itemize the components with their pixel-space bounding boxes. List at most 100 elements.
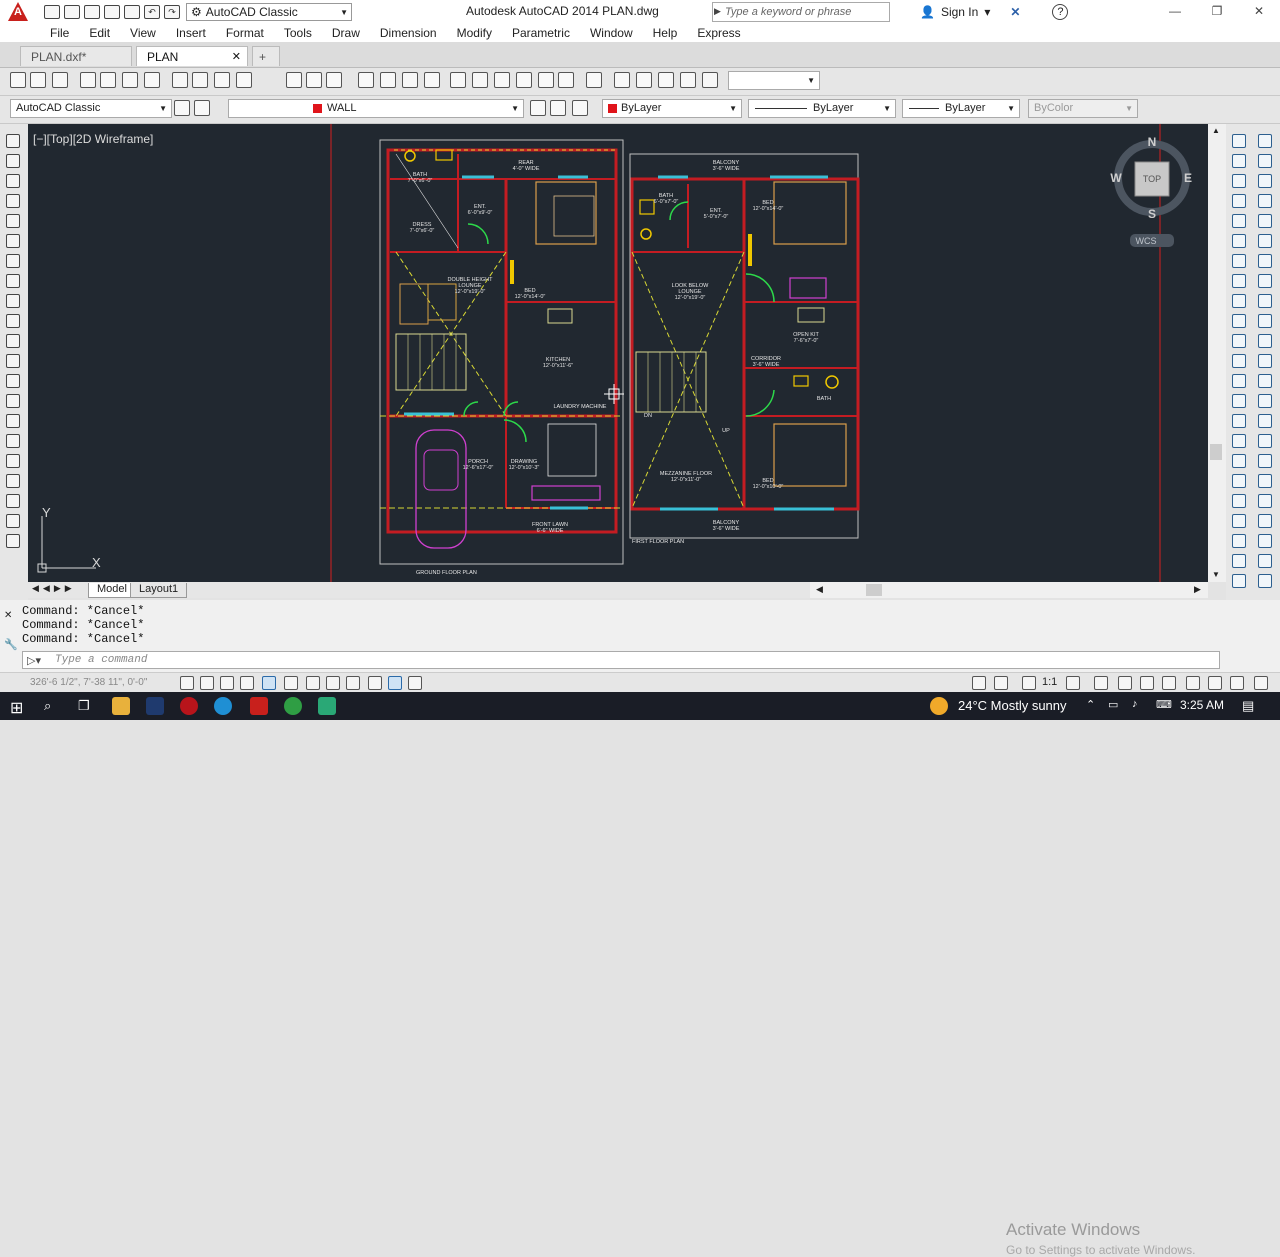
open-file-icon[interactable]	[64, 5, 80, 19]
toolbar-button[interactable]	[614, 72, 630, 88]
save-icon[interactable]	[84, 5, 100, 19]
wrench-icon[interactable]: 🔧	[4, 638, 18, 651]
tab-plan-dxf[interactable]: PLAN.dxf*	[20, 46, 132, 66]
modify-tool-button[interactable]	[1232, 414, 1246, 428]
windows-start-icon[interactable]: ⊞	[10, 698, 23, 718]
chevron-down-icon[interactable]: ▾	[984, 5, 990, 19]
chrome-icon[interactable]	[284, 697, 302, 715]
autocad-taskbar-icon[interactable]	[250, 697, 268, 715]
modify-tool-button[interactable]	[1258, 314, 1272, 328]
modify-tool-button[interactable]	[1258, 154, 1272, 168]
toolbar-button[interactable]	[122, 72, 138, 88]
modify-tool-button[interactable]	[1258, 294, 1272, 308]
toolbar-button[interactable]	[358, 72, 374, 88]
pdf-reader-icon[interactable]	[180, 697, 198, 715]
annotation-scale[interactable]: 1:1	[1042, 676, 1057, 688]
close-icon[interactable]: ✕	[4, 610, 12, 621]
status-tray-button[interactable]	[972, 676, 986, 690]
toolbar-button[interactable]	[538, 72, 554, 88]
help-icon[interactable]: ?	[1052, 4, 1069, 20]
draw-tool-button[interactable]	[6, 414, 20, 428]
status-toggle-button[interactable]	[326, 676, 340, 690]
status-toggle-button[interactable]	[180, 676, 194, 690]
horizontal-scrollbar[interactable]: ◀ ▶	[810, 582, 1208, 598]
modify-tool-button[interactable]	[1258, 574, 1272, 588]
status-toggle-button[interactable]	[368, 676, 382, 690]
toolbar-button[interactable]	[286, 72, 302, 88]
toolbar-button[interactable]	[100, 72, 116, 88]
menu-item[interactable]: Draw	[322, 26, 370, 40]
draw-tool-button[interactable]	[6, 314, 20, 328]
drawing-canvas[interactable]: [−][Top][2D Wireframe] REAR 4'-0" WIDE B…	[28, 124, 1208, 582]
menu-item[interactable]: Modify	[447, 26, 502, 40]
layout-tab[interactable]: Layout1	[130, 583, 188, 598]
modify-tool-button[interactable]	[1258, 394, 1272, 408]
status-tray-button[interactable]	[1230, 676, 1244, 690]
status-tray-button[interactable]	[1186, 676, 1200, 690]
network-icon[interactable]: ▭	[1108, 698, 1118, 711]
menu-item[interactable]: Edit	[79, 26, 120, 40]
toolbar-button[interactable]	[586, 72, 602, 88]
status-toggle-button[interactable]	[388, 676, 402, 690]
linetype-combo[interactable]: ByLayer ▼	[748, 99, 896, 118]
tab-plan[interactable]: PLAN ✕	[136, 46, 248, 66]
modify-tool-button[interactable]	[1232, 154, 1246, 168]
app-icon[interactable]	[318, 697, 336, 715]
volume-icon[interactable]: ♪	[1132, 698, 1138, 710]
status-tray-button[interactable]	[1022, 676, 1036, 690]
toolbar-button[interactable]	[636, 72, 652, 88]
status-toggle-button[interactable]	[262, 676, 276, 690]
scroll-thumb[interactable]	[866, 584, 882, 596]
modify-tool-button[interactable]	[1232, 394, 1246, 408]
toolbar-button[interactable]	[192, 72, 208, 88]
modify-tool-button[interactable]	[1258, 474, 1272, 488]
modify-tool-button[interactable]	[1258, 414, 1272, 428]
modify-tool-button[interactable]	[1232, 214, 1246, 228]
toolbar-button[interactable]	[144, 72, 160, 88]
toolbar-button[interactable]	[10, 72, 26, 88]
menu-item[interactable]: View	[120, 26, 166, 40]
toolbar-button[interactable]	[450, 72, 466, 88]
layout-nav-arrows[interactable]: ◀◀▶▶	[32, 583, 76, 594]
status-tray-button[interactable]	[994, 676, 1008, 690]
tray-chevron-icon[interactable]: ⌃	[1086, 698, 1095, 711]
toolbar-button[interactable]	[702, 72, 718, 88]
toolbar-button[interactable]	[52, 72, 68, 88]
modify-tool-button[interactable]	[1258, 134, 1272, 148]
draw-tool-button[interactable]	[6, 274, 20, 288]
modify-tool-button[interactable]	[1232, 514, 1246, 528]
viewport-label[interactable]: [−][Top][2D Wireframe]	[33, 132, 153, 146]
close-icon[interactable]: ✕	[1238, 0, 1280, 24]
maximize-icon[interactable]: ❐	[1196, 0, 1238, 24]
color-combo[interactable]: ByLayer ▼	[602, 99, 742, 118]
modify-tool-button[interactable]	[1258, 354, 1272, 368]
toolbar-button[interactable]	[172, 72, 188, 88]
status-tray-button[interactable]	[1094, 676, 1108, 690]
menu-item[interactable]: Parametric	[502, 26, 580, 40]
print-icon[interactable]	[124, 5, 140, 19]
status-toggle-button[interactable]	[284, 676, 298, 690]
toolbar-button[interactable]	[236, 72, 252, 88]
command-input[interactable]: ▷▾ Type a command	[22, 651, 1220, 669]
menu-item[interactable]: Help	[643, 26, 688, 40]
minimize-icon[interactable]: —	[1154, 0, 1196, 24]
draw-tool-button[interactable]	[6, 494, 20, 508]
exchange-icon[interactable]: ✕	[1010, 5, 1020, 19]
toolbar-button[interactable]	[194, 100, 210, 116]
toolbar-button[interactable]	[558, 72, 574, 88]
draw-tool-button[interactable]	[6, 294, 20, 308]
undo-icon[interactable]: ↶	[144, 5, 160, 19]
close-icon[interactable]: ✕	[232, 50, 241, 63]
status-toggle-button[interactable]	[306, 676, 320, 690]
prompt-icon[interactable]: ▷▾	[27, 654, 41, 668]
status-tray-button[interactable]	[1118, 676, 1132, 690]
menu-item[interactable]: File	[40, 26, 79, 40]
toolbar-button[interactable]	[402, 72, 418, 88]
draw-tool-button[interactable]	[6, 374, 20, 388]
status-tray-button[interactable]	[1140, 676, 1154, 690]
status-toggle-button[interactable]	[408, 676, 422, 690]
search-icon[interactable]: ⌕	[44, 698, 51, 714]
draw-tool-button[interactable]	[6, 254, 20, 268]
workspace-combo[interactable]: AutoCAD Classic ▼	[10, 99, 172, 118]
modify-tool-button[interactable]	[1232, 434, 1246, 448]
